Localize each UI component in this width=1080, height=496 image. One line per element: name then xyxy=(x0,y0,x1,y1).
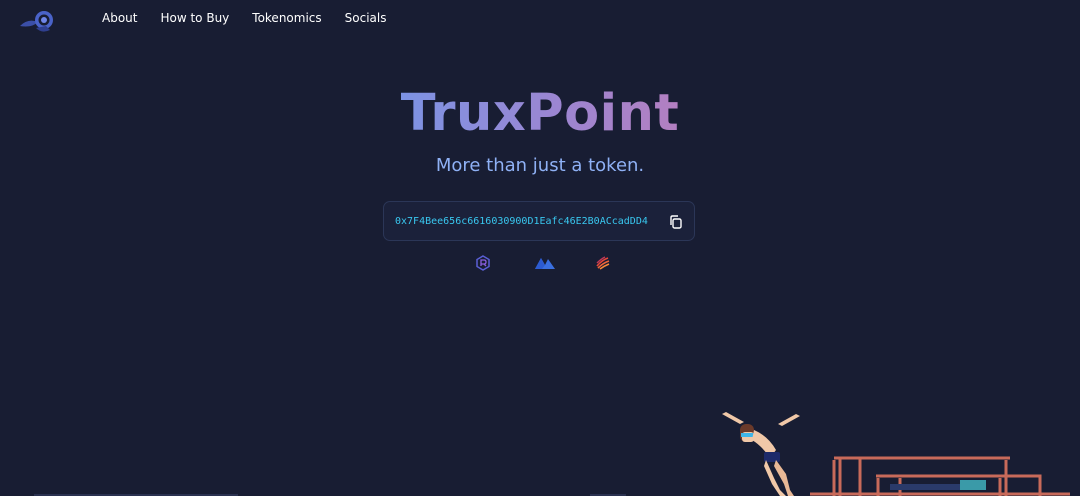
nav-about-link[interactable]: About xyxy=(102,11,137,25)
raydium-icon[interactable] xyxy=(474,254,492,272)
nav-socials-link[interactable]: Socials xyxy=(345,11,387,25)
nav-how-to-buy-link[interactable]: How to Buy xyxy=(160,11,229,25)
nav-tokenomics-link[interactable]: Tokenomics xyxy=(252,11,321,25)
meteora-icon[interactable] xyxy=(534,254,556,272)
diving-platform xyxy=(810,456,1070,496)
contract-address-box[interactable]: 0x7F4Bee656c6616030900D1Eafc46E2B0ACcadD… xyxy=(383,201,695,241)
hero-title-text: TruxPoint xyxy=(400,84,680,143)
hero-title: TruxPoint xyxy=(0,84,1080,144)
logo-icon[interactable] xyxy=(18,8,58,36)
partner-icons xyxy=(0,254,1080,274)
top-nav: About How to Buy Tokenomics Socials xyxy=(0,0,1080,40)
diver-illustration xyxy=(700,400,1080,496)
contract-address[interactable]: 0x7F4Bee656c6616030900D1Eafc46E2B0ACcadD… xyxy=(395,216,648,227)
copy-icon[interactable] xyxy=(668,214,684,230)
diver-figure xyxy=(722,412,800,496)
hero-subtitle: More than just a token. xyxy=(435,155,645,176)
jupiter-icon[interactable] xyxy=(594,254,612,272)
nav-links: About How to Buy Tokenomics Socials xyxy=(102,11,386,25)
